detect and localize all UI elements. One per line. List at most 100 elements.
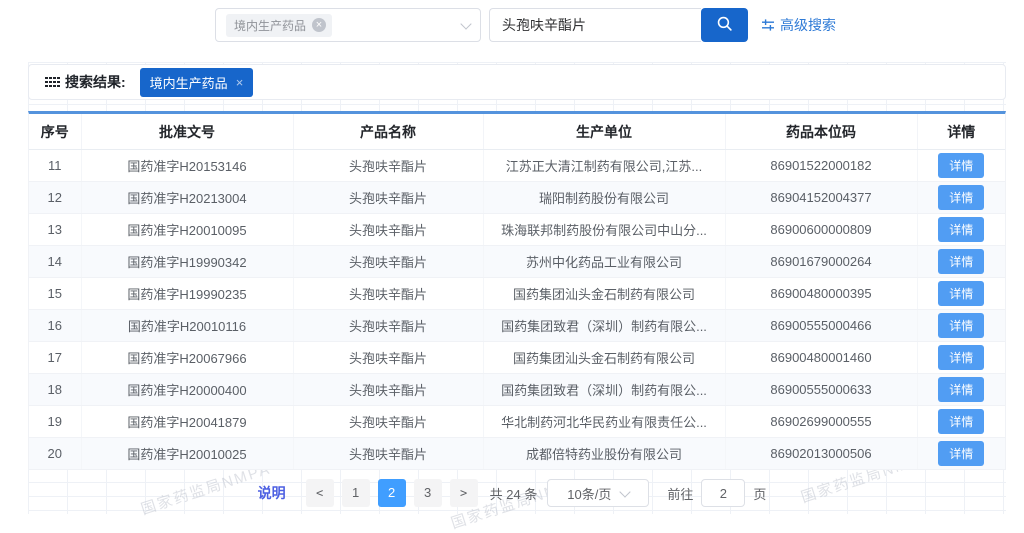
- cell-approval-no: 国药准字H20067966: [81, 342, 293, 374]
- cell-approval-no: 国药准字H19990235: [81, 278, 293, 310]
- search-input[interactable]: [489, 8, 701, 42]
- detail-button[interactable]: 详情: [938, 377, 984, 402]
- pagination: 说明 < 1 2 3 > 共 24 条 10条/页 前往 页: [0, 479, 1024, 507]
- detail-button[interactable]: 详情: [938, 345, 984, 370]
- note-link[interactable]: 说明: [258, 483, 286, 503]
- cell-code: 86902013000506: [725, 438, 917, 470]
- cell-index: 17: [29, 342, 81, 374]
- column-header-index: 序号: [29, 114, 81, 150]
- cell-code: 86904152004377: [725, 182, 917, 214]
- cell-product-name: 头孢呋辛酯片: [293, 214, 483, 246]
- goto-page-input[interactable]: [701, 479, 745, 507]
- table-row: 15 国药准字H19990235 头孢呋辛酯片 国药集团汕头金石制药有限公司 8…: [29, 278, 1005, 310]
- search-bar: 境内生产药品 × 高级搜索: [215, 8, 836, 42]
- cell-detail: 详情: [917, 310, 1005, 342]
- column-header-code: 药品本位码: [725, 114, 917, 150]
- cell-product-name: 头孢呋辛酯片: [293, 246, 483, 278]
- detail-button[interactable]: 详情: [938, 441, 984, 466]
- cell-detail: 详情: [917, 342, 1005, 374]
- cell-index: 18: [29, 374, 81, 406]
- page-button-2[interactable]: 2: [378, 479, 406, 507]
- detail-button[interactable]: 详情: [938, 217, 984, 242]
- grid-icon: [45, 77, 60, 88]
- cell-manufacturer: 国药集团汕头金石制药有限公司: [483, 342, 725, 374]
- cell-detail: 详情: [917, 278, 1005, 310]
- table-row: 12 国药准字H20213004 头孢呋辛酯片 瑞阳制药股份有限公司 86904…: [29, 182, 1005, 214]
- detail-button[interactable]: 详情: [938, 281, 984, 306]
- cell-manufacturer: 苏州中化药品工业有限公司: [483, 246, 725, 278]
- table-row: 14 国药准字H19990342 头孢呋辛酯片 苏州中化药品工业有限公司 869…: [29, 246, 1005, 278]
- column-header-approval-no: 批准文号: [81, 114, 293, 150]
- filter-tag-label: 境内生产药品: [150, 73, 228, 92]
- results-table-container: 序号 批准文号 产品名称 生产单位 药品本位码 详情 11 国药准字H20153…: [28, 111, 1006, 470]
- cell-product-name: 头孢呋辛酯片: [293, 278, 483, 310]
- table-row: 19 国药准字H20041879 头孢呋辛酯片 华北制药河北华民药业有限责任公.…: [29, 406, 1005, 438]
- cell-detail: 详情: [917, 406, 1005, 438]
- cell-index: 13: [29, 214, 81, 246]
- cell-product-name: 头孢呋辛酯片: [293, 374, 483, 406]
- cell-manufacturer: 瑞阳制药股份有限公司: [483, 182, 725, 214]
- cell-manufacturer: 华北制药河北华民药业有限责任公...: [483, 406, 725, 438]
- cell-code: 86900480001460: [725, 342, 917, 374]
- cell-approval-no: 国药准字H20041879: [81, 406, 293, 438]
- cell-product-name: 头孢呋辛酯片: [293, 342, 483, 374]
- cell-approval-no: 国药准字H20010095: [81, 214, 293, 246]
- cell-manufacturer: 国药集团致君（深圳）制药有限公...: [483, 310, 725, 342]
- detail-button[interactable]: 详情: [938, 313, 984, 338]
- cell-product-name: 头孢呋辛酯片: [293, 310, 483, 342]
- cell-approval-no: 国药准字H20153146: [81, 150, 293, 182]
- page-size-select[interactable]: 10条/页: [547, 479, 649, 507]
- table-row: 20 国药准字H20010025 头孢呋辛酯片 成都倍特药业股份有限公司 869…: [29, 438, 1005, 470]
- prev-page-button[interactable]: <: [306, 479, 334, 507]
- cell-code: 86901679000264: [725, 246, 917, 278]
- filter-tag-close-icon[interactable]: ×: [236, 75, 244, 90]
- cell-approval-no: 国药准字H20010116: [81, 310, 293, 342]
- cell-index: 11: [29, 150, 81, 182]
- table-header-row: 序号 批准文号 产品名称 生产单位 药品本位码 详情: [29, 114, 1005, 150]
- cell-product-name: 头孢呋辛酯片: [293, 182, 483, 214]
- column-header-manufacturer: 生产单位: [483, 114, 725, 150]
- detail-button[interactable]: 详情: [938, 185, 984, 210]
- search-button[interactable]: [701, 8, 748, 42]
- page-button-3[interactable]: 3: [414, 479, 442, 507]
- detail-button[interactable]: 详情: [938, 409, 984, 434]
- cell-detail: 详情: [917, 214, 1005, 246]
- cell-approval-no: 国药准字H19990342: [81, 246, 293, 278]
- goto-label: 前往: [667, 484, 693, 503]
- page-button-1[interactable]: 1: [342, 479, 370, 507]
- cell-detail: 详情: [917, 246, 1005, 278]
- advanced-search-link[interactable]: 高级搜索: [761, 15, 836, 35]
- cell-product-name: 头孢呋辛酯片: [293, 406, 483, 438]
- detail-button[interactable]: 详情: [938, 153, 984, 178]
- cell-code: 86900555000466: [725, 310, 917, 342]
- cell-code: 86900600000809: [725, 214, 917, 246]
- category-tag: 境内生产药品 ×: [226, 14, 332, 37]
- cell-manufacturer: 国药集团汕头金石制药有限公司: [483, 278, 725, 310]
- category-tag-close-icon[interactable]: ×: [312, 18, 326, 32]
- filter-tag: 境内生产药品 ×: [140, 68, 254, 97]
- detail-button[interactable]: 详情: [938, 249, 984, 274]
- results-table: 序号 批准文号 产品名称 生产单位 药品本位码 详情 11 国药准字H20153…: [29, 114, 1005, 469]
- next-page-button[interactable]: >: [450, 479, 478, 507]
- cell-detail: 详情: [917, 182, 1005, 214]
- chevron-down-icon: [620, 486, 631, 497]
- cell-index: 19: [29, 406, 81, 438]
- cell-manufacturer: 珠海联邦制药股份有限公司中山分...: [483, 214, 725, 246]
- cell-index: 12: [29, 182, 81, 214]
- total-count-text: 共 24 条: [490, 484, 538, 503]
- cell-product-name: 头孢呋辛酯片: [293, 438, 483, 470]
- table-row: 16 国药准字H20010116 头孢呋辛酯片 国药集团致君（深圳）制药有限公.…: [29, 310, 1005, 342]
- cell-code: 86900555000633: [725, 374, 917, 406]
- cell-detail: 详情: [917, 438, 1005, 470]
- sliders-icon: [761, 18, 775, 32]
- cell-detail: 详情: [917, 150, 1005, 182]
- goto-suffix: 页: [753, 484, 766, 503]
- results-label-text: 搜索结果:: [65, 72, 126, 92]
- cell-approval-no: 国药准字H20213004: [81, 182, 293, 214]
- cell-index: 15: [29, 278, 81, 310]
- cell-index: 20: [29, 438, 81, 470]
- column-header-product-name: 产品名称: [293, 114, 483, 150]
- cell-code: 86900480000395: [725, 278, 917, 310]
- category-select[interactable]: 境内生产药品 ×: [215, 8, 481, 42]
- advanced-search-label: 高级搜索: [780, 15, 836, 35]
